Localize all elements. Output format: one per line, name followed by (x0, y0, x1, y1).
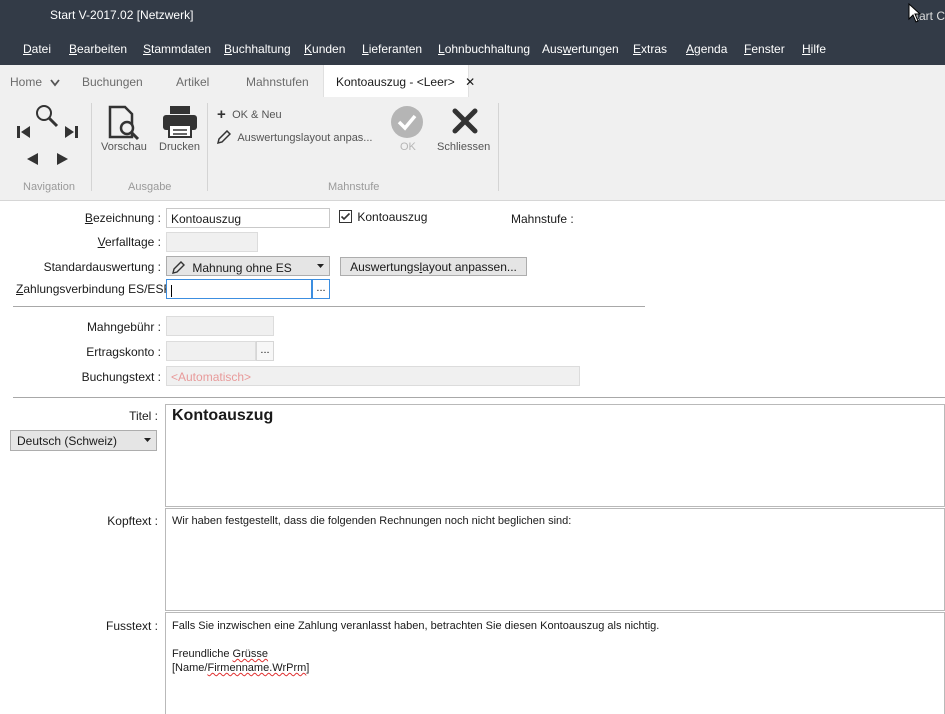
bezeichnung-input[interactable]: Kontoauszug (166, 208, 330, 228)
pencil-icon (216, 130, 232, 145)
kopftext-textarea[interactable]: Wir haben festgestellt, dass die folgend… (165, 508, 945, 611)
menu-item-datei[interactable]: Datei (23, 42, 51, 56)
next-record-icon[interactable] (56, 152, 70, 166)
ausgabe-group-label: Ausgabe (128, 181, 172, 193)
zahlungsverbindung-input[interactable] (166, 279, 312, 299)
fusstext-line-1: Falls Sie inzwischen eine Zahlung veranl… (172, 620, 660, 632)
last-record-icon[interactable] (63, 125, 79, 139)
auswertungslayout-ribbon-label: Auswertungslayout anpas... (237, 131, 373, 144)
ok-label: OK (400, 141, 416, 153)
zahlungsverbindung-browse-button[interactable]: ... (312, 279, 330, 299)
drucken-button[interactable]: Drucken (158, 103, 202, 161)
fusstext-label: Fusstext : (105, 619, 158, 633)
titel-label: Titel : (129, 409, 158, 423)
verfalltage-label: Verfalltage : (97, 235, 161, 249)
ok-button[interactable]: OK (388, 105, 426, 163)
mahngebuehr-label: Mahngebühr : (86, 320, 161, 334)
ertragskonto-input[interactable] (166, 341, 256, 361)
first-record-icon[interactable] (16, 125, 32, 139)
mahnstufe-label: Mahnstufe : (511, 212, 574, 226)
menu-item-bearbeiten[interactable]: Bearbeiten (69, 42, 127, 56)
plus-icon: + (217, 106, 226, 123)
mouse-cursor-icon (908, 3, 922, 23)
ertragskonto-label: Ertragskonto : (86, 345, 161, 359)
dropdown-arrow-icon[interactable] (317, 264, 324, 269)
verfalltage-input[interactable] (166, 232, 258, 252)
schliessen-button[interactable]: Schliessen (436, 105, 494, 163)
tab-home-label: Home (10, 75, 43, 89)
drucken-label: Drucken (159, 141, 200, 153)
checkbox-checked-icon[interactable] (339, 210, 352, 224)
search-icon[interactable] (34, 103, 60, 129)
menu-bar: Datei Bearbeiten Stammdaten Buchhaltung Kund… (0, 31, 945, 65)
menu-item-lohnbuchhaltung[interactable]: Lohnbuchhaltung (438, 42, 530, 56)
chevron-down-icon[interactable] (50, 79, 61, 87)
tab-kontoauszug-label: Kontoauszug - <Leer> (336, 75, 455, 89)
menu-item-agenda[interactable]: Agenda (686, 42, 727, 56)
kopftext-label: Kopftext : (107, 514, 158, 528)
buchungstext-label: Buchungstext : (81, 370, 161, 384)
fusstext-line-3: [Name/Firmenname.WrPrm] (172, 662, 310, 674)
checkmark-icon (391, 106, 423, 138)
menu-item-kunden[interactable]: Kunden (304, 42, 345, 56)
tab-artikel[interactable]: Artikel (176, 75, 209, 89)
titel-textarea[interactable]: Kontoauszug (165, 404, 945, 507)
zahlungsverbindung-label: Zahlungsverbindung ES/ESR: (16, 282, 176, 296)
menu-item-lieferanten[interactable]: Lieferanten (362, 42, 422, 56)
tab-buchungen[interactable]: Buchungen (82, 75, 143, 89)
dropdown-arrow-icon[interactable] (144, 438, 151, 443)
mahngebuehr-input[interactable] (166, 316, 274, 336)
kontoauszug-checkbox-label: Kontoauszug (357, 209, 428, 224)
ertragskonto-browse-button[interactable]: ... (256, 341, 274, 361)
fusstext-textarea[interactable]: Falls Sie inzwischen eine Zahlung veranl… (165, 612, 945, 714)
menu-item-stammdaten[interactable]: Stammdaten (143, 42, 211, 56)
standardauswertung-value: Mahnung ohne ES (192, 260, 292, 275)
mahnstufe-group-label: Mahnstufe (328, 181, 380, 193)
tab-home[interactable]: Home (10, 75, 61, 89)
text-cursor (171, 284, 172, 297)
title-bar: Start V-2017.02 [Netzwerk] tart C (0, 0, 945, 31)
standardauswertung-select[interactable]: Mahnung ohne ES (166, 256, 330, 276)
tab-bar: Home Buchungen Artikel Mahnstufen Kontoa… (0, 65, 945, 98)
printer-icon (163, 106, 197, 138)
auswertungslayout-ribbon-button[interactable]: Auswertungslayout anpas... (216, 130, 372, 146)
schliessen-label: Schliessen (437, 141, 491, 153)
close-icon (452, 108, 478, 134)
navigation-group-label: Navigation (23, 181, 75, 193)
standardauswertung-label: Standardauswertung : (43, 260, 161, 274)
bezeichnung-label: Bezeichnung : (84, 211, 161, 225)
auswertungslayout-anpassen-button[interactable]: Auswertungslayout anpassen... (340, 257, 527, 276)
buchungstext-input[interactable]: <Automatisch> (166, 366, 580, 386)
menu-item-buchhaltung[interactable]: Buchhaltung (224, 42, 291, 56)
fusstext-line-2: Freundliche Grüsse (172, 648, 269, 660)
window-title: Start V-2017.02 [Netzwerk] (50, 8, 194, 22)
preview-icon (108, 105, 140, 141)
ok-neu-button[interactable]: + OK & Neu (217, 106, 282, 123)
tab-mahnstufen[interactable]: Mahnstufen (246, 75, 309, 89)
menu-item-hilfe[interactable]: Hilfe (802, 42, 826, 56)
tab-kontoauszug[interactable]: Kontoauszug - <Leer> ✕ (323, 65, 475, 97)
menu-item-auswertungen[interactable]: Auswertungen (542, 42, 619, 56)
close-tab-icon[interactable]: ✕ (465, 75, 475, 89)
ribbon: Navigation Vorschau Drucken Ausgabe + OK… (0, 97, 945, 201)
pencil-icon (172, 260, 185, 274)
divider-middle (13, 397, 945, 398)
kontoauszug-checkbox[interactable]: Kontoauszug (339, 209, 427, 225)
menu-item-fenster[interactable]: Fenster (744, 42, 785, 56)
language-select[interactable]: Deutsch (Schweiz) (10, 430, 157, 451)
divider-top (13, 306, 645, 307)
ok-neu-label: OK & Neu (232, 108, 282, 121)
vorschau-button[interactable]: Vorschau (100, 103, 150, 161)
vorschau-label: Vorschau (101, 141, 147, 153)
menu-item-extras[interactable]: Extras (633, 42, 667, 56)
language-value: Deutsch (Schweiz) (17, 434, 118, 448)
previous-record-icon[interactable] (25, 152, 39, 166)
